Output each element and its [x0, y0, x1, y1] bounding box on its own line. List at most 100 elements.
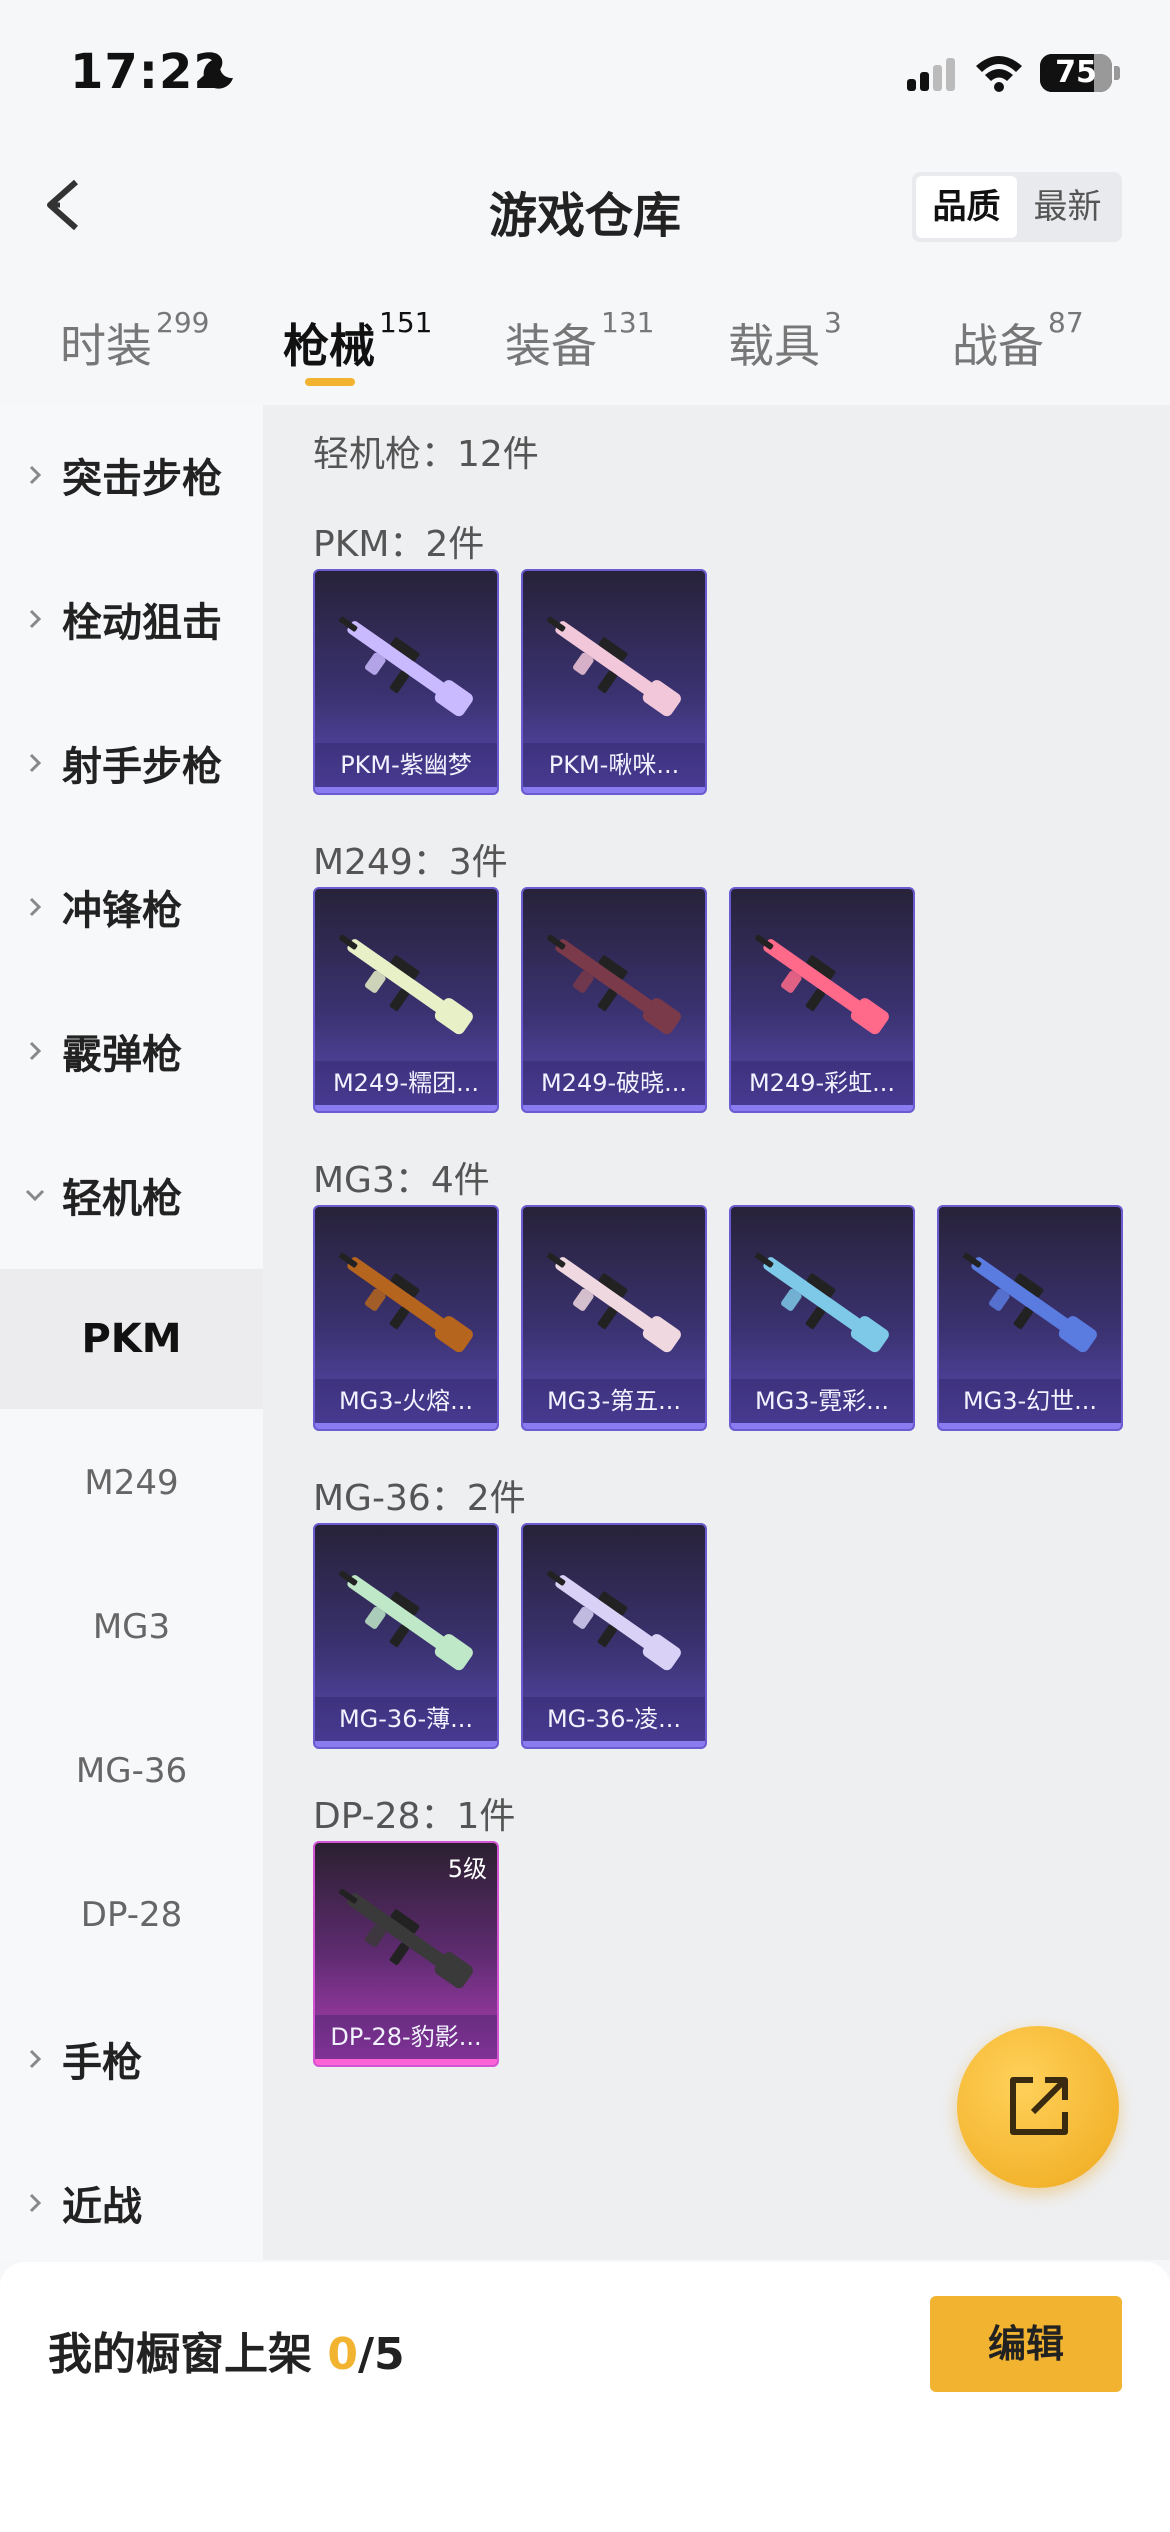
weapon-skin-image [963, 1252, 1097, 1353]
weapon-card[interactable]: M249-破晓... [521, 887, 707, 1113]
tab-label: 时装 [60, 319, 152, 373]
group-title: PKM：2件 [313, 524, 485, 565]
weapon-skin-image [755, 934, 889, 1035]
status-bar: 17:22 75 [0, 0, 1170, 150]
weapon-skin-image [547, 1252, 681, 1353]
chevron-right-icon [29, 1041, 42, 1061]
moon-icon [203, 58, 233, 89]
weapon-card[interactable]: MG3-幻世... [937, 1205, 1123, 1431]
tab-fashion[interactable]: 时装 299 [60, 306, 209, 376]
chevron-down-icon [25, 1189, 45, 1202]
edit-button[interactable]: 编辑 [930, 2296, 1122, 2392]
showcase-status: 我的橱窗上架 0/5 [48, 2318, 405, 2382]
tab-count: 87 [1048, 306, 1084, 339]
sidebar-item-marksman[interactable]: 射手步枪 [0, 693, 263, 833]
rarity-bar [523, 1105, 705, 1111]
tab-count: 299 [156, 306, 210, 339]
bottom-bar: 我的橱窗上架 0/5 编辑 [0, 2262, 1170, 2532]
weapon-name: MG-36-凌... [523, 1697, 705, 1741]
weapon-level-badge: 5级 [447, 1855, 487, 1883]
weapon-skin-image [339, 1570, 473, 1671]
sort-quality[interactable]: 品质 [916, 176, 1017, 238]
rarity-bar [315, 787, 497, 793]
weapon-card[interactable]: MG-36-薄... [313, 1523, 499, 1749]
weapon-name: M249-破晓... [523, 1061, 705, 1105]
tab-label: 装备 [505, 319, 597, 373]
weapon-name: MG3-幻世... [939, 1379, 1121, 1423]
category-title: 轻机枪：12件 [313, 434, 539, 475]
sidebar-sub-pkm[interactable]: PKM [0, 1269, 263, 1409]
sidebar-item-smg[interactable]: 冲锋枪 [0, 837, 263, 977]
tab-count: 151 [379, 306, 433, 339]
weapon-card[interactable]: 5级 DP-28-豹影... [313, 1841, 499, 2067]
rarity-bar [731, 1423, 913, 1429]
chevron-right-icon [29, 753, 42, 773]
weapon-card[interactable]: MG3-火熔... [313, 1205, 499, 1431]
sort-toggle[interactable]: 品质 最新 [912, 172, 1122, 242]
sidebar-item-bolt-sniper[interactable]: 栓动狙击 [0, 549, 263, 689]
rarity-bar [523, 1741, 705, 1747]
wifi-icon [976, 56, 1022, 92]
group-title: M249：3件 [313, 842, 508, 883]
weapon-card[interactable]: M249-糯团... [313, 887, 499, 1113]
weapon-skin-image [547, 616, 681, 717]
rarity-bar [315, 1741, 497, 1747]
tab-label: 枪械 [283, 319, 375, 373]
rarity-bar [315, 2059, 497, 2065]
weapon-name: DP-28-豹影... [315, 2015, 497, 2059]
tab-combat-gear[interactable]: 战备 87 [952, 306, 1084, 376]
sidebar-item-label: 栓动狙击 [62, 600, 222, 646]
weapon-name: MG3-霓彩... [731, 1379, 913, 1423]
sidebar-sub-mg36[interactable]: MG-36 [0, 1701, 263, 1841]
sidebar-sub-dp28[interactable]: DP-28 [0, 1845, 263, 1985]
sidebar-item-melee[interactable]: 近战 [0, 2133, 263, 2273]
sidebar-item-label: 轻机枪 [62, 1176, 182, 1222]
tab-count: 3 [824, 306, 842, 339]
share-icon [1010, 2077, 1068, 2135]
weapon-name: PKM-啾咪... [523, 743, 705, 787]
tab-count: 131 [601, 306, 655, 339]
sidebar-item-label: 手枪 [62, 2040, 142, 2086]
weapon-skin-image [547, 1570, 681, 1671]
active-tab-indicator [305, 378, 355, 386]
sidebar-item-label: 近战 [62, 2184, 142, 2230]
weapon-name: M249-彩虹... [731, 1061, 913, 1105]
weapon-card[interactable]: MG3-霓彩... [729, 1205, 915, 1431]
weapon-card[interactable]: M249-彩虹... [729, 887, 915, 1113]
rarity-bar [523, 787, 705, 793]
tab-equipment[interactable]: 装备 131 [505, 306, 654, 376]
weapon-skin-image [339, 1888, 473, 1989]
weapon-card[interactable]: PKM-啾咪... [521, 569, 707, 795]
weapon-card[interactable]: MG-36-凌... [521, 1523, 707, 1749]
sidebar-item-assault-rifle[interactable]: 突击步枪 [0, 405, 263, 545]
sidebar-item-label: 霰弹枪 [62, 1032, 182, 1078]
weapon-name: PKM-紫幽梦 [315, 743, 497, 787]
sidebar-item-pistol[interactable]: 手枪 [0, 1989, 263, 2129]
share-button[interactable] [957, 2026, 1119, 2188]
sidebar-sub-mg3[interactable]: MG3 [0, 1557, 263, 1697]
chevron-right-icon [29, 2193, 42, 2213]
sidebar-item-label: 突击步枪 [62, 456, 222, 502]
category-tabs: 时装 299 枪械 151 装备 131 载具 3 战备 87 [0, 300, 1170, 400]
battery-level: 75 [1055, 55, 1097, 90]
rarity-bar [939, 1423, 1121, 1429]
sidebar-item-lmg[interactable]: 轻机枪 [0, 1125, 263, 1265]
sidebar-sub-m249[interactable]: M249 [0, 1413, 263, 1553]
weapon-skin-image [339, 1252, 473, 1353]
weapon-card[interactable]: MG3-第五... [521, 1205, 707, 1431]
battery-indicator: 75 [1040, 54, 1112, 92]
weapon-card[interactable]: PKM-紫幽梦 [313, 569, 499, 795]
sidebar-item-shotgun[interactable]: 霰弹枪 [0, 981, 263, 1121]
weapon-name: MG-36-薄... [315, 1697, 497, 1741]
sort-newest[interactable]: 最新 [1017, 176, 1118, 238]
showcase-current: 0 [327, 2329, 358, 2380]
weapon-skin-image [755, 1252, 889, 1353]
tab-label: 载具 [728, 319, 820, 373]
tab-firearms[interactable]: 枪械 151 [283, 306, 432, 376]
chevron-right-icon [29, 897, 42, 917]
showcase-label: 我的橱窗上架 [48, 2329, 328, 2380]
tab-vehicles[interactable]: 载具 3 [728, 306, 842, 376]
chevron-right-icon [29, 465, 42, 485]
signal-icon [907, 58, 955, 91]
group-title: MG-36：2件 [313, 1478, 526, 1519]
